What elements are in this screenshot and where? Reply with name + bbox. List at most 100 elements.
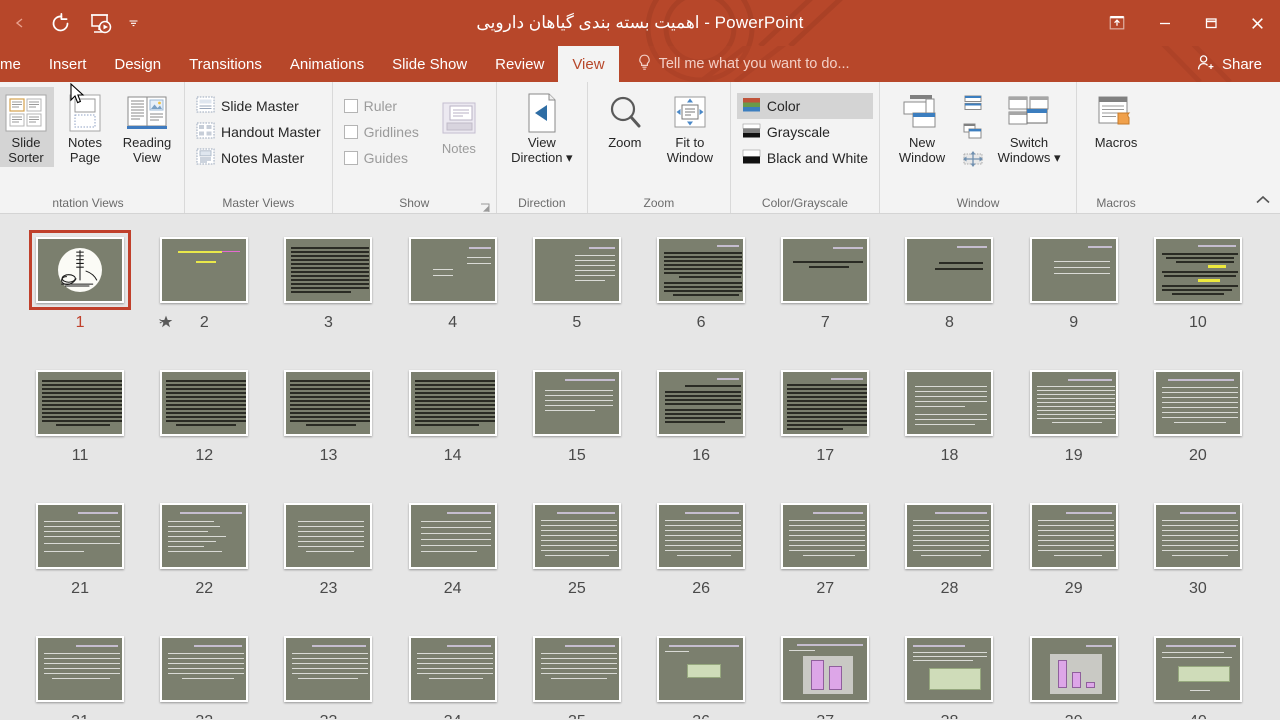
slide-thumb-3[interactable]: 3 [266, 230, 390, 363]
switch-windows-button[interactable]: Switch Windows ▾ [988, 87, 1070, 167]
view-direction-button[interactable]: View Direction ▾ [503, 87, 581, 167]
notes-page-button[interactable]: Notes Page [54, 82, 116, 167]
slide-thumb-23[interactable]: 23 [266, 496, 390, 629]
slide-thumb-border[interactable] [1023, 629, 1125, 709]
slide-thumb-21[interactable]: 21 [18, 496, 142, 629]
show-dialog-launcher-icon[interactable] [480, 200, 491, 212]
restore-icon[interactable] [1188, 0, 1234, 46]
slide-thumb-38[interactable]: 38 [887, 629, 1011, 719]
slide-thumb-16[interactable]: 16 [639, 363, 763, 496]
slide-thumb-border[interactable] [526, 496, 628, 576]
slide-thumb-9[interactable]: 9 [1012, 230, 1136, 363]
slide-thumb-border[interactable] [1147, 363, 1249, 443]
slide-thumb-border[interactable] [898, 629, 1000, 709]
tab-review[interactable]: Review [481, 46, 558, 82]
slide-thumb-5[interactable]: 5 [515, 230, 639, 363]
slide-thumb-22[interactable]: 22 [142, 496, 266, 629]
slide-thumb-12[interactable]: 12 [142, 363, 266, 496]
arrange-all-icon[interactable] [958, 90, 988, 116]
slide-thumb-27[interactable]: 27 [763, 496, 887, 629]
slide-thumb-border[interactable] [774, 363, 876, 443]
slide-thumb-33[interactable]: 33 [266, 629, 390, 719]
slide-thumb-border[interactable] [526, 230, 628, 310]
slide-thumb-2[interactable]: 2 [142, 230, 266, 363]
slide-thumb-border[interactable] [153, 496, 255, 576]
start-slideshow-icon[interactable] [80, 6, 120, 40]
animation-star-icon[interactable] [158, 314, 174, 330]
slide-thumb-border[interactable] [153, 230, 255, 310]
slide-thumb-border[interactable] [526, 363, 628, 443]
share-button[interactable]: Share [1191, 46, 1268, 82]
slide-thumb-border[interactable] [774, 496, 876, 576]
slide-thumb-14[interactable]: 14 [391, 363, 515, 496]
redo-icon[interactable] [40, 6, 80, 40]
slide-thumb-40[interactable]: 40 [1136, 629, 1260, 719]
cascade-icon[interactable] [958, 118, 988, 144]
slide-thumb-border-selected[interactable] [29, 230, 132, 310]
guides-checkbox[interactable]: Guides [339, 145, 424, 171]
slide-thumb-border[interactable] [1023, 496, 1125, 576]
tab-slide-show[interactable]: Slide Show [378, 46, 481, 82]
slide-thumb-30[interactable]: 30 [1136, 496, 1260, 629]
slide-sorter-pane[interactable]: 10 9 8 7 6 5 4 3 2 1 20 19 18 17 16 15 1… [0, 214, 1280, 719]
slide-thumb-8[interactable]: 8 [887, 230, 1011, 363]
slide-thumb-17[interactable]: 17 [763, 363, 887, 496]
tab-insert[interactable]: Insert [35, 46, 101, 82]
slide-thumb-border[interactable] [277, 629, 379, 709]
slide-thumb-15[interactable]: 15 [515, 363, 639, 496]
slide-thumb-border[interactable] [898, 230, 1000, 310]
slide-master-button[interactable]: Slide Master [191, 93, 326, 119]
slide-thumb-34[interactable]: 34 [391, 629, 515, 719]
ribbon-tabs[interactable]: me Insert Design Transitions Animations … [0, 46, 1280, 82]
ribbon-display-options-icon[interactable] [1092, 0, 1142, 46]
slide-thumb-4[interactable]: 4 [391, 230, 515, 363]
zoom-button[interactable]: Zoom [594, 87, 656, 152]
slide-thumb-border[interactable] [29, 629, 131, 709]
slide-thumb-border[interactable] [650, 363, 752, 443]
slide-thumb-border[interactable] [402, 496, 504, 576]
slide-thumb-32[interactable]: 32 [142, 629, 266, 719]
slide-thumb-7[interactable]: 7 [763, 230, 887, 363]
slide-thumb-border[interactable] [1023, 230, 1125, 310]
slide-thumb-28[interactable]: 28 [887, 496, 1011, 629]
reading-view-button[interactable]: Reading View [116, 87, 178, 167]
slide-thumb-10[interactable]: 10 [1136, 230, 1260, 363]
slide-thumb-37[interactable]: 37 [763, 629, 887, 719]
chevron-down-icon[interactable]: ▾ [1054, 150, 1061, 165]
slide-thumb-36[interactable]: 36 [639, 629, 763, 719]
tell-me-search[interactable]: Tell me what you want to do... [637, 46, 850, 82]
close-icon[interactable] [1234, 0, 1280, 46]
slide-thumb-31[interactable]: 31 [18, 629, 142, 719]
slide-thumb-border[interactable] [29, 496, 131, 576]
slide-thumb-border[interactable] [402, 230, 504, 310]
slide-thumb-35[interactable]: 35 [515, 629, 639, 719]
color-button[interactable]: Color [736, 93, 874, 119]
macros-button[interactable]: Macros [1083, 87, 1149, 152]
slide-thumb-18[interactable]: 18 [887, 363, 1011, 496]
slide-thumb-1[interactable]: 1 [18, 230, 142, 363]
customize-quick-access-toolbar-icon[interactable] [120, 6, 146, 40]
slide-thumb-border[interactable] [898, 363, 1000, 443]
notes-button[interactable]: Notes [428, 93, 490, 158]
slide-thumb-6[interactable]: 6 [639, 230, 763, 363]
gridlines-checkbox[interactable]: Gridlines [339, 119, 424, 145]
slide-thumb-border[interactable] [153, 629, 255, 709]
slide-thumb-border[interactable] [277, 230, 379, 310]
slide-thumb-border[interactable] [1147, 230, 1249, 310]
window-controls[interactable] [1092, 0, 1280, 46]
slide-thumb-border[interactable] [29, 363, 131, 443]
slide-thumb-border[interactable] [1023, 363, 1125, 443]
slide-thumb-border[interactable] [402, 629, 504, 709]
qat-chevron-left[interactable] [0, 6, 40, 40]
slide-thumb-11[interactable]: 11 [18, 363, 142, 496]
tab-transitions[interactable]: Transitions [175, 46, 276, 82]
slide-thumb-24[interactable]: 24 [391, 496, 515, 629]
minimize-icon[interactable] [1142, 0, 1188, 46]
slide-thumb-29[interactable]: 29 [1012, 496, 1136, 629]
slide-thumb-border[interactable] [774, 629, 876, 709]
move-split-icon[interactable] [958, 146, 988, 172]
slide-thumb-border[interactable] [898, 496, 1000, 576]
ruler-checkbox[interactable]: Ruler [339, 93, 424, 119]
fit-to-window-button[interactable]: Fit to Window [656, 87, 724, 167]
collapse-ribbon-icon[interactable] [1254, 191, 1272, 209]
